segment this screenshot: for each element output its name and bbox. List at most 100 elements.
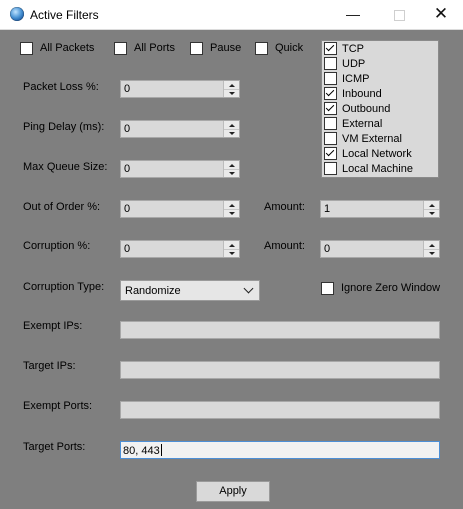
filter-item-inbound[interactable]: Inbound [324, 86, 382, 101]
input-text: 80, 443 [123, 445, 160, 457]
target-ips-label: Target IPs: [23, 360, 76, 372]
checkbox-box[interactable] [114, 41, 127, 55]
quick-checkbox[interactable]: Quick [255, 40, 303, 56]
corruption-amount-spinner[interactable]: 0 [320, 240, 440, 258]
out-of-order-spinner[interactable]: 0 [120, 200, 240, 218]
checkbox-box[interactable] [324, 147, 337, 160]
checkbox-box[interactable] [324, 117, 337, 130]
checkbox-box[interactable] [255, 41, 268, 55]
out-of-order-amount-spinner[interactable]: 1 [320, 200, 440, 218]
arrow-down-icon [228, 211, 235, 215]
checkbox-box[interactable] [324, 42, 337, 55]
checkbox-box[interactable] [190, 41, 203, 55]
input-value[interactable]: 80, 443 [123, 444, 162, 457]
filter-item-label: Outbound [342, 102, 391, 115]
checkbox-box[interactable] [324, 57, 337, 70]
corruption-label: Corruption %: [23, 240, 91, 252]
spin-down-button[interactable] [424, 209, 439, 217]
filter-item-label: UDP [342, 57, 366, 70]
ignore-zero-window-checkbox[interactable]: Ignore Zero Window [321, 280, 440, 296]
minimize-button[interactable]: — [330, 0, 376, 30]
app-globe-icon [10, 7, 24, 21]
spinner-value[interactable]: 0 [124, 163, 130, 175]
spinner-arrows [223, 81, 239, 97]
window-title: Active Filters [30, 8, 99, 22]
checkbox-box[interactable] [324, 102, 337, 115]
apply-button[interactable]: Apply [196, 481, 270, 502]
dropdown-value: Randomize [125, 285, 181, 297]
packet-loss-label: Packet Loss %: [23, 81, 99, 93]
maximize-button[interactable] [376, 0, 422, 30]
text-caret [160, 444, 162, 456]
max-queue-label: Max Queue Size: [23, 161, 108, 173]
spinner-arrows [223, 121, 239, 137]
checkbox-label: Pause [210, 42, 242, 54]
arrow-down-icon [428, 251, 435, 255]
spinner-value[interactable]: 0 [124, 243, 130, 255]
filter-item-udp[interactable]: UDP [324, 56, 365, 71]
checkbox-box[interactable] [324, 87, 337, 100]
filter-list[interactable]: TCP UDP ICMP Inbound Outbound External V… [321, 40, 439, 178]
spinner-value[interactable]: 0 [324, 243, 330, 255]
exempt-ports-input[interactable] [120, 401, 440, 419]
corruption-type-label: Corruption Type: [23, 281, 105, 293]
ping-delay-spinner[interactable]: 0 [120, 120, 240, 138]
filter-item-local-network[interactable]: Local Network [324, 146, 412, 161]
spinner-arrows [223, 161, 239, 177]
filter-item-vm-external[interactable]: VM External [324, 131, 402, 146]
corruption-type-dropdown[interactable]: Randomize [120, 280, 260, 301]
spinner-arrows [223, 241, 239, 257]
filter-item-local-machine[interactable]: Local Machine [324, 161, 413, 176]
checkbox-box[interactable] [324, 162, 337, 175]
arrow-up-icon [228, 83, 235, 87]
arrow-down-icon [228, 251, 235, 255]
checkbox-box[interactable] [321, 281, 334, 295]
arrow-up-icon [228, 163, 235, 167]
checkbox-label: Quick [275, 42, 304, 54]
checkbox-label: Ignore Zero Window [341, 282, 441, 294]
filter-item-outbound[interactable]: Outbound [324, 101, 390, 116]
filter-item-label: Local Machine [342, 162, 413, 175]
max-queue-spinner[interactable]: 0 [120, 160, 240, 178]
filter-item-icmp[interactable]: ICMP [324, 71, 370, 86]
spin-down-button[interactable] [224, 169, 239, 177]
target-ports-label: Target Ports: [23, 441, 86, 453]
spin-down-button[interactable] [224, 129, 239, 137]
checkbox-box[interactable] [324, 72, 337, 85]
filter-item-external[interactable]: External [324, 116, 382, 131]
all-ports-checkbox[interactable]: All Ports [114, 40, 175, 56]
spin-down-button[interactable] [224, 249, 239, 257]
arrow-up-icon [228, 203, 235, 207]
corruption-spinner[interactable]: 0 [120, 240, 240, 258]
spinner-value[interactable]: 1 [324, 203, 330, 215]
arrow-down-icon [228, 91, 235, 95]
pause-checkbox[interactable]: Pause [190, 40, 241, 56]
spin-down-button[interactable] [424, 249, 439, 257]
target-ips-input[interactable] [120, 361, 440, 379]
filter-item-tcp[interactable]: TCP [324, 41, 364, 56]
spinner-value[interactable]: 0 [124, 123, 130, 135]
chevron-down-icon[interactable] [243, 283, 254, 294]
checkbox-box[interactable] [324, 132, 337, 145]
checkbox-box[interactable] [20, 41, 33, 55]
arrow-down-icon [428, 211, 435, 215]
filter-item-label: ICMP [342, 72, 370, 85]
arrow-down-icon [228, 171, 235, 175]
spinner-value[interactable]: 0 [124, 203, 130, 215]
target-ports-input[interactable]: 80, 443 [120, 441, 440, 459]
all-packets-checkbox[interactable]: All Packets [20, 40, 94, 56]
exempt-ips-label: Exempt IPs: [23, 320, 83, 332]
arrow-up-icon [428, 203, 435, 207]
checkbox-label: All Ports [134, 42, 175, 54]
filter-item-label: VM External [342, 132, 402, 145]
packet-loss-spinner[interactable]: 0 [120, 80, 240, 98]
exempt-ips-input[interactable] [120, 321, 440, 339]
filter-item-label: External [342, 117, 383, 130]
title-bar: Active Filters — ✕ [0, 0, 463, 30]
spin-down-button[interactable] [224, 209, 239, 217]
spinner-value[interactable]: 0 [124, 83, 130, 95]
spinner-arrows [423, 201, 439, 217]
spin-down-button[interactable] [224, 89, 239, 97]
filter-item-label: Inbound [342, 87, 382, 100]
close-button[interactable]: ✕ [418, 0, 463, 30]
